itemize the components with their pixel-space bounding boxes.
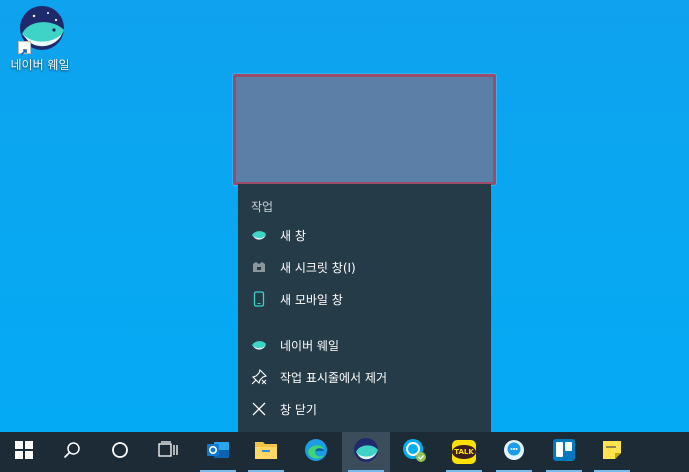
jump-item-label: 작업 표시줄에서 제거 bbox=[280, 370, 387, 385]
secret-icon bbox=[251, 259, 267, 275]
edge-icon bbox=[304, 438, 328, 466]
jump-list-section-title: 작업 bbox=[251, 200, 274, 214]
jump-item-close-window[interactable]: 창 닫기 bbox=[238, 394, 491, 424]
taskbar-file-explorer[interactable] bbox=[242, 432, 290, 472]
kakaotalk-logo-text: TALK bbox=[452, 445, 476, 459]
desktop-shortcut-whale[interactable]: 네이버 웨일 bbox=[4, 4, 76, 73]
unpin-icon bbox=[251, 369, 267, 385]
taskbar-sticky-notes[interactable] bbox=[588, 432, 636, 472]
folder-icon bbox=[254, 439, 278, 465]
jump-item-new-mobile-window[interactable]: 새 모바일 창 bbox=[238, 284, 491, 314]
mobile-icon bbox=[251, 291, 267, 307]
desktop-icon-label: 네이버 웨일 bbox=[10, 58, 70, 72]
window-thumbnail-preview[interactable] bbox=[233, 74, 496, 185]
jump-item-label: 새 시크릿 창(I) bbox=[280, 260, 356, 275]
jump-item-naver-whale[interactable]: 네이버 웨일 bbox=[238, 330, 491, 360]
windows-logo-icon bbox=[15, 441, 33, 463]
shortcut-arrow-icon bbox=[18, 41, 31, 56]
cortana-circle-icon bbox=[111, 441, 129, 463]
sticky-notes-icon bbox=[601, 439, 623, 465]
kakaotalk-icon: TALK bbox=[452, 440, 476, 464]
jump-item-label: 새 모바일 창 bbox=[280, 292, 343, 307]
task-view-icon bbox=[158, 441, 178, 463]
skype-icon bbox=[401, 437, 427, 467]
whale-icon bbox=[251, 337, 267, 353]
whale-icon bbox=[251, 227, 267, 243]
jump-item-new-secret-window[interactable]: 새 시크릿 창(I) bbox=[238, 252, 491, 282]
taskbar-edge[interactable] bbox=[292, 432, 340, 472]
jump-item-label: 창 닫기 bbox=[280, 402, 317, 417]
chat-bubble-icon bbox=[502, 438, 526, 466]
search-button[interactable] bbox=[48, 432, 96, 472]
cortana-button[interactable] bbox=[96, 432, 144, 472]
taskbar-whale-active[interactable] bbox=[342, 432, 390, 472]
taskbar-kakaotalk[interactable]: TALK bbox=[440, 432, 488, 472]
taskbar-skype[interactable] bbox=[390, 432, 438, 472]
jump-item-label: 네이버 웨일 bbox=[280, 338, 340, 353]
jump-item-unpin[interactable]: 작업 표시줄에서 제거 bbox=[238, 362, 491, 392]
taskbar-trello[interactable] bbox=[540, 432, 588, 472]
search-icon bbox=[63, 441, 81, 463]
start-button[interactable] bbox=[0, 432, 48, 472]
trello-icon bbox=[552, 438, 576, 466]
taskbar-messenger[interactable] bbox=[490, 432, 538, 472]
task-view-button[interactable] bbox=[144, 432, 192, 472]
close-icon bbox=[251, 401, 267, 417]
jump-item-label: 새 창 bbox=[280, 228, 306, 243]
taskbar-outlook[interactable] bbox=[194, 432, 242, 472]
whale-app-icon bbox=[12, 4, 68, 56]
outlook-icon bbox=[206, 438, 230, 466]
jump-list: 작업 새 창 새 시크릿 창(I) 새 모바일 창 네이버 웨일 작업 표시줄에… bbox=[238, 184, 491, 432]
jump-item-new-window[interactable]: 새 창 bbox=[238, 220, 491, 250]
taskbar: TALK bbox=[0, 432, 689, 472]
whale-icon bbox=[353, 437, 379, 467]
